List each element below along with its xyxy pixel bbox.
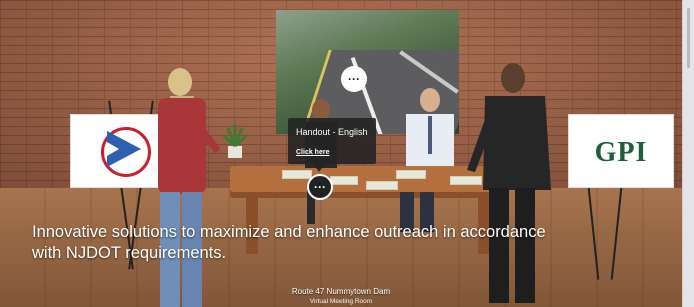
avatar-man-white-shirt [400, 88, 454, 232]
gpi-logo: GPI [594, 137, 648, 168]
handout-popup: Handout - English Click here [288, 118, 376, 164]
popup-link[interactable]: Click here [296, 149, 329, 156]
njdot-poster[interactable] [70, 114, 162, 188]
virtual-meeting-room-scene: GPI ··· ··· Handout - English Click here… [0, 0, 682, 307]
popup-tail [313, 164, 325, 172]
tagline: Innovative solutions to maximize and enh… [32, 223, 546, 262]
scrollbar-thumb[interactable] [687, 8, 690, 68]
logo-notch [107, 142, 119, 156]
avatar-woman-plaid [158, 68, 220, 307]
room-title: Route 47 Nummytown Dam [291, 287, 391, 296]
room-subtitle: Virtual Meeting Room [309, 298, 373, 305]
avatar-man-dark-suit [467, 63, 551, 303]
chat-icon[interactable]: ··· [307, 174, 333, 200]
chat-icon[interactable]: ··· [341, 66, 367, 92]
popup-title: Handout - English [296, 127, 368, 137]
gpi-poster[interactable]: GPI [568, 114, 674, 188]
